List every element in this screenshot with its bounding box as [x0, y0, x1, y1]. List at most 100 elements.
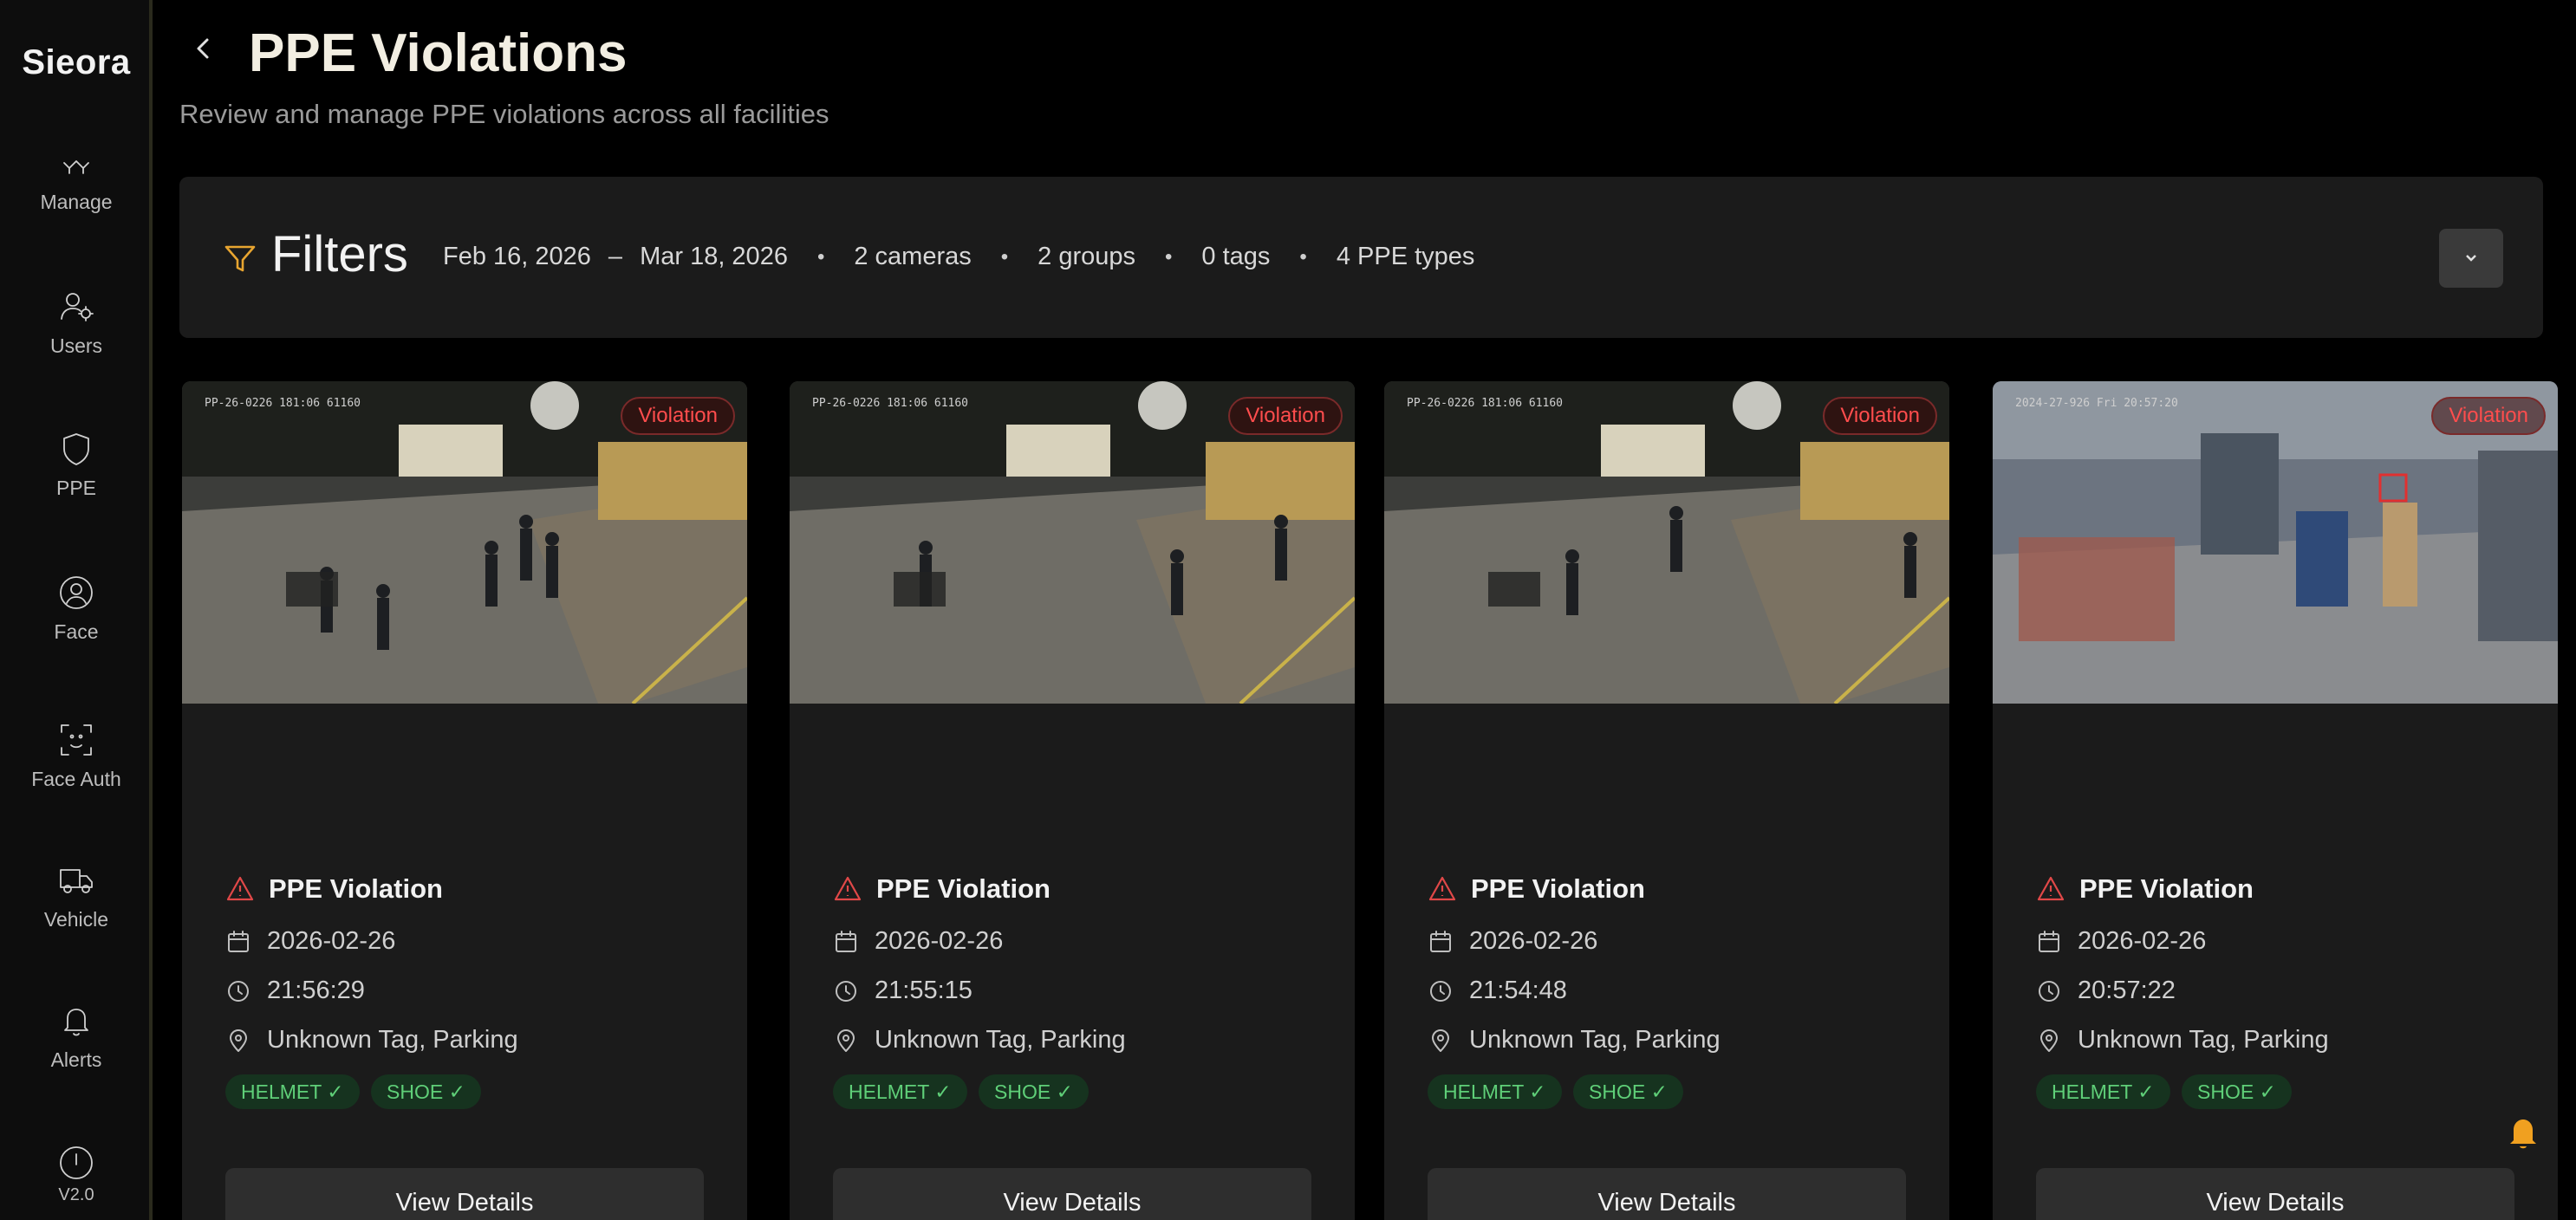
violation-badge: Violation [2431, 397, 2546, 435]
card-time-value: 21:56:29 [267, 977, 365, 1004]
card-title: PPE Violation [269, 873, 443, 904]
camera-timestamp-overlay: PP-26-0226 181:06 61160 [812, 397, 969, 410]
card-date-value: 2026-02-26 [875, 927, 1004, 955]
camera-timestamp-overlay: 2024-27-926 Fri 20:57:20 [2015, 397, 2178, 410]
calendar-icon [1428, 929, 1454, 955]
card-date: 2026-02-26 [833, 927, 1003, 956]
sidebar-item-label: Users [49, 334, 103, 357]
filter-ppe-types: 4 PPE types [1336, 243, 1475, 270]
card-date-value: 2026-02-26 [2078, 927, 2207, 955]
camera-snapshot[interactable]: PP-26-0226 181:06 61160 Violation [182, 381, 747, 704]
ppe-tag-chip: HELMET ✓ [1428, 1074, 1562, 1109]
users-icon [57, 288, 95, 326]
filter-cameras: 2 cameras [854, 243, 972, 270]
view-details-button[interactable]: View Details [833, 1168, 1311, 1220]
card-location-value: Unknown Tag, Parking [2078, 1026, 2329, 1054]
card-location-value: Unknown Tag, Parking [1469, 1026, 1721, 1054]
filter-tags: 0 tags [1201, 243, 1271, 270]
card-date-value: 2026-02-26 [1469, 927, 1598, 955]
sidebar-item-label: Manage [40, 191, 113, 213]
date-range-end: Mar 18, 2026 [640, 243, 788, 270]
view-details-button[interactable]: View Details [225, 1168, 704, 1220]
view-details-button[interactable]: View Details [1428, 1168, 1906, 1220]
violation-card[interactable]: PP-26-0226 181:06 61160 Violation PPE Vi… [182, 381, 747, 1220]
date-range-start: Feb 16, 2026 [443, 243, 591, 270]
sidebar-item-ppe[interactable]: PPE [0, 430, 153, 500]
violation-badge: Violation [1823, 397, 1937, 435]
calendar-icon [833, 929, 859, 955]
face-icon [57, 574, 95, 612]
brand-logo: Sieora [22, 43, 131, 81]
filters-title: Filters [271, 226, 408, 282]
sidebar-item-label: Alerts [50, 1048, 102, 1071]
manage-icon [57, 156, 95, 182]
violation-card[interactable]: PP-26-0226 181:06 61160 Violation PPE Vi… [1384, 381, 1949, 1220]
card-location: Unknown Tag, Parking [1428, 1026, 1721, 1055]
card-title-row: PPE Violation [2036, 873, 2254, 905]
camera-snapshot[interactable]: PP-26-0226 181:06 61160 Violation [1384, 381, 1949, 704]
info-icon [57, 1144, 95, 1182]
truck-icon [57, 861, 95, 899]
sidebar-item-label: Face [54, 620, 99, 643]
clock-icon [1428, 978, 1454, 1004]
violation-card[interactable]: PP-26-0226 181:06 61160 Violation PPE Vi… [790, 381, 1355, 1220]
card-location: Unknown Tag, Parking [225, 1026, 518, 1055]
card-time-value: 21:54:48 [1469, 977, 1567, 1004]
card-time: 20:57:22 [2036, 977, 2176, 1005]
card-location-value: Unknown Tag, Parking [875, 1026, 1126, 1054]
separator-dot: • [816, 244, 825, 269]
camera-snapshot[interactable]: 2024-27-926 Fri 20:57:20 Violation [1993, 381, 2558, 704]
card-time-value: 20:57:22 [2078, 977, 2176, 1004]
sidebar-item-label: PPE [55, 477, 97, 499]
ppe-tag-chip: HELMET ✓ [225, 1074, 360, 1109]
sidebar-item-version[interactable]: V2.0 [0, 1144, 153, 1205]
separator-dot: • [1299, 244, 1307, 269]
sidebar-item-label: Vehicle [43, 908, 109, 931]
location-pin-icon [833, 1028, 859, 1054]
sidebar-item-manage[interactable]: Manage [0, 156, 153, 214]
bell-icon [57, 1002, 95, 1040]
sidebar-item-users[interactable]: Users [0, 288, 153, 358]
card-date: 2026-02-26 [1428, 927, 1597, 956]
card-date: 2026-02-26 [2036, 927, 2206, 956]
violation-badge: Violation [621, 397, 735, 435]
location-pin-icon [2036, 1028, 2062, 1054]
violation-card[interactable]: 2024-27-926 Fri 20:57:20 Violation PPE V… [1993, 381, 2558, 1220]
face-scan-icon [57, 721, 95, 759]
clock-icon [225, 978, 251, 1004]
calendar-icon [225, 929, 251, 955]
separator-dot: • [1165, 244, 1173, 269]
sidebar: Sieora Manage Users PPE Face Face Auth V… [0, 0, 153, 1220]
camera-timestamp-overlay: PP-26-0226 181:06 61160 [1407, 397, 1564, 410]
ppe-tag-chip: SHOE ✓ [979, 1074, 1089, 1109]
warning-icon [225, 874, 255, 904]
card-time: 21:54:48 [1428, 977, 1567, 1005]
sidebar-item-face-auth[interactable]: Face Auth [0, 721, 153, 791]
card-date: 2026-02-26 [225, 927, 395, 956]
violation-badge: Violation [1228, 397, 1343, 435]
ppe-tag-chip: SHOE ✓ [371, 1074, 481, 1109]
ppe-tag-chip: HELMET ✓ [2036, 1074, 2170, 1109]
camera-snapshot[interactable]: PP-26-0226 181:06 61160 Violation [790, 381, 1355, 704]
filters-expand-button[interactable] [2439, 229, 2503, 288]
bell-icon [2510, 1119, 2536, 1149]
back-button[interactable] [185, 31, 220, 66]
card-title-row: PPE Violation [833, 873, 1051, 905]
shield-icon [57, 430, 95, 468]
chevron-left-icon [197, 38, 209, 59]
card-title-row: PPE Violation [1428, 873, 1645, 905]
date-range-separator: – [608, 243, 623, 270]
view-details-button[interactable]: View Details [2036, 1168, 2514, 1220]
card-title: PPE Violation [2079, 873, 2254, 904]
filter-groups: 2 groups [1038, 243, 1136, 270]
sidebar-item-vehicle[interactable]: Vehicle [0, 861, 153, 931]
notification-bell-button[interactable] [2501, 1111, 2545, 1154]
sidebar-item-alerts[interactable]: Alerts [0, 1002, 153, 1072]
filter-icon [223, 241, 257, 276]
ppe-tag-chip: HELMET ✓ [833, 1074, 967, 1109]
card-title-row: PPE Violation [225, 873, 443, 905]
location-pin-icon [1428, 1028, 1454, 1054]
sidebar-item-face[interactable]: Face [0, 574, 153, 644]
card-location: Unknown Tag, Parking [833, 1026, 1126, 1055]
card-time: 21:55:15 [833, 977, 973, 1005]
